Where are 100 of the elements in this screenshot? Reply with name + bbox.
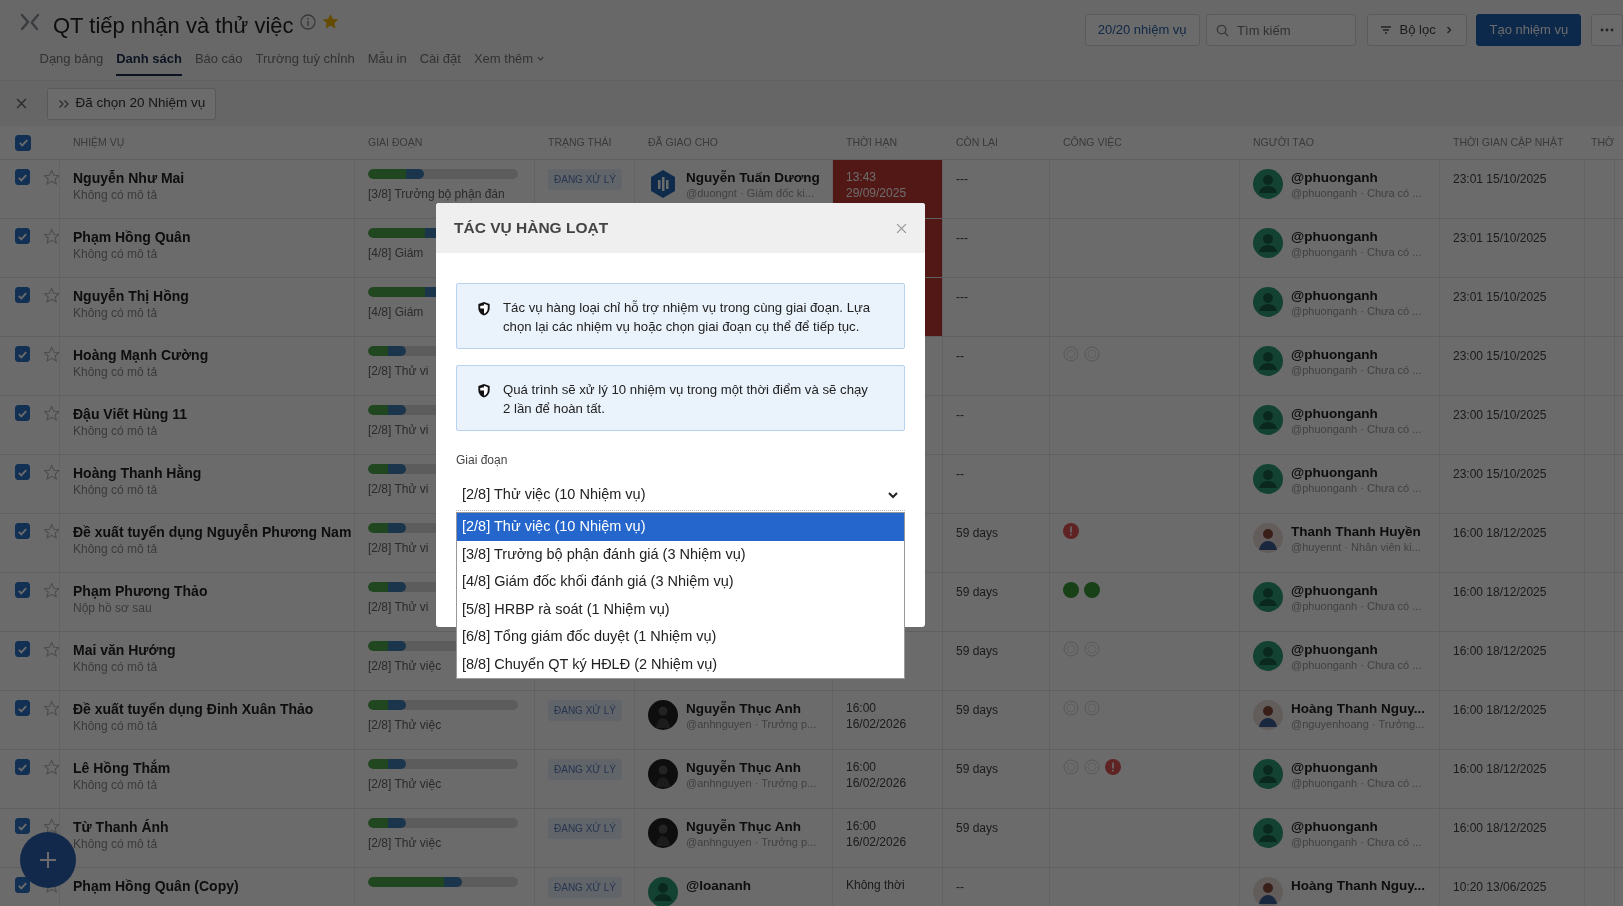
checkbox[interactable] <box>15 641 30 657</box>
add-button[interactable] <box>20 832 76 888</box>
star-icon[interactable] <box>43 523 59 540</box>
update-time: 23:01 15/10/2025 <box>1453 231 1547 245</box>
task-name[interactable]: Lê Hồng Thắm <box>73 759 171 777</box>
shield-icon <box>477 301 491 316</box>
tab[interactable]: Danh sách <box>116 43 182 76</box>
create-task-button[interactable]: Tạo nhiệm vụ <box>1476 14 1582 46</box>
task-count-button[interactable]: 20/20 nhiệm vụ <box>1084 14 1200 46</box>
checkbox[interactable] <box>15 228 30 244</box>
checkbox[interactable] <box>15 134 31 151</box>
close-button[interactable] <box>896 222 907 234</box>
avatar-icon <box>1253 877 1283 906</box>
task-name[interactable]: Từ Thanh Ánh <box>73 818 169 836</box>
page-title: QT tiếp nhận và thử việc <box>53 14 294 37</box>
task-name[interactable]: Phạm Hồng Quân (Copy) <box>73 877 239 895</box>
person-name: Nguyễn Thục Anh <box>686 818 802 835</box>
checkbox[interactable] <box>15 877 30 893</box>
avatar-icon <box>1253 346 1283 376</box>
checkbox[interactable] <box>15 582 30 598</box>
remaining-time: -- <box>956 880 964 894</box>
checkbox[interactable] <box>15 818 30 834</box>
star-icon[interactable] <box>43 169 59 186</box>
person-name: Nguyễn Tuấn Dương <box>686 169 820 186</box>
chevron-down-icon <box>536 54 546 64</box>
task-name[interactable]: Hoàng Thanh Hằng <box>73 464 202 482</box>
update-time: 16:00 18/12/2025 <box>1453 644 1547 658</box>
checkbox[interactable] <box>15 287 30 303</box>
close-icon <box>16 98 27 109</box>
filter-button[interactable]: Bộ lọc <box>1366 14 1467 46</box>
task-name[interactable]: Phạm Phương Thảo <box>73 582 208 600</box>
update-time: 23:01 15/10/2025 <box>1453 290 1547 304</box>
star-icon[interactable] <box>43 405 59 422</box>
person-name: @phuonganh <box>1291 228 1379 245</box>
alert-icon <box>1105 759 1121 775</box>
avatar-icon <box>1253 759 1283 789</box>
task-name[interactable]: Nguyễn Thị Hồng <box>73 287 189 305</box>
person-name: @phuonganh <box>1291 641 1379 658</box>
avatar-icon <box>1253 169 1283 199</box>
deadline-text: Không thời <box>846 877 906 893</box>
checkbox[interactable] <box>15 759 30 775</box>
task-name[interactable]: Đề xuất tuyển dụng Nguyễn Phương Nam <box>73 523 352 541</box>
remaining-time: --- <box>956 290 968 304</box>
task-name[interactable]: Hoàng Mạnh Cường <box>73 346 209 364</box>
task-name[interactable]: Mai văn Hướng <box>73 641 176 659</box>
update-time: 23:00 15/10/2025 <box>1453 467 1547 481</box>
task-name[interactable]: Phạm Hồng Quân <box>73 228 191 246</box>
star-icon[interactable] <box>43 759 59 776</box>
avatar-icon <box>1253 464 1283 494</box>
person-name: @loananh <box>686 877 751 894</box>
star-icon[interactable] <box>43 700 59 717</box>
checkbox[interactable] <box>15 405 30 421</box>
dropdown-option[interactable]: [5/8] HRBP rà soát (1 Nhiệm vụ) <box>457 595 904 623</box>
avatar-icon <box>1253 228 1283 258</box>
update-time: 16:00 18/12/2025 <box>1453 762 1547 776</box>
task-name[interactable]: Nguyễn Như Mai <box>73 169 185 187</box>
dropdown-option[interactable]: [4/8] Giám đốc khối đánh giá (3 Nhiệm vụ) <box>457 568 904 596</box>
checkbox[interactable] <box>15 169 30 185</box>
person-name: Thanh Thanh Huyền <box>1291 523 1421 540</box>
status-badge: ĐANG XỬ LÝ <box>548 169 622 190</box>
checkbox[interactable] <box>15 700 30 716</box>
avatar-icon <box>1253 405 1283 435</box>
status-badge: ĐANG XỬ LÝ <box>548 700 622 721</box>
star-icon[interactable] <box>322 14 338 29</box>
dropdown-option[interactable]: [2/8] Thử việc (10 Nhiệm vụ) <box>457 513 904 541</box>
subtask-status-icon <box>1063 582 1079 598</box>
dropdown-option[interactable]: [3/8] Trưởng bộ phận đánh giá (3 Nhiệm vụ) <box>457 540 904 568</box>
selected-tasks-button[interactable]: Đã chọn 20 Nhiệm vụ <box>46 87 217 120</box>
task-name[interactable]: Đậu Viết Hùng 11 <box>73 405 188 423</box>
star-icon[interactable] <box>43 287 59 304</box>
star-icon[interactable] <box>43 228 59 245</box>
field-label: Giai đoạn <box>456 452 509 469</box>
remaining-time: 59 days <box>956 762 999 776</box>
star-icon[interactable] <box>43 464 59 481</box>
star-icon[interactable] <box>43 641 59 658</box>
star-icon[interactable] <box>43 346 59 363</box>
remaining-time: --- <box>956 172 968 186</box>
checkbox[interactable] <box>15 346 30 362</box>
stage-label: [2/8] Thử việc <box>368 835 442 852</box>
stage-label: [4/8] Giám <box>368 245 424 262</box>
checkbox[interactable] <box>15 464 30 480</box>
more-button[interactable] <box>1591 14 1623 46</box>
update-time: 16:00 18/12/2025 <box>1453 585 1547 599</box>
star-icon[interactable] <box>43 818 59 835</box>
task-name[interactable]: Đề xuất tuyển dụng Đinh Xuân Thảo <box>73 700 314 718</box>
remaining-time: -- <box>956 349 964 363</box>
filter-icon <box>1379 24 1392 36</box>
avatar-icon <box>648 169 678 199</box>
dropdown-option[interactable]: [6/8] Tổng giám đốc duyệt (1 Nhiệm vụ) <box>457 623 904 651</box>
search-icon <box>1216 24 1230 37</box>
search-field[interactable]: Tìm kiếm <box>1206 14 1357 46</box>
checkbox[interactable] <box>15 523 30 539</box>
status-badge: ĐANG XỬ LÝ <box>548 877 622 898</box>
person-name: @phuonganh <box>1291 287 1379 304</box>
stage-label: [2/8] Thử việc <box>368 776 442 793</box>
dropdown-option[interactable]: [8/8] Chuyển QT ký HĐLĐ (2 Nhiệm vụ) <box>457 650 904 678</box>
stage-label: [3/8] Trưởng bộ phận đán <box>368 186 505 203</box>
clear-selection-button[interactable] <box>16 98 27 109</box>
remaining-time: --- <box>956 231 968 245</box>
star-icon[interactable] <box>43 582 59 599</box>
